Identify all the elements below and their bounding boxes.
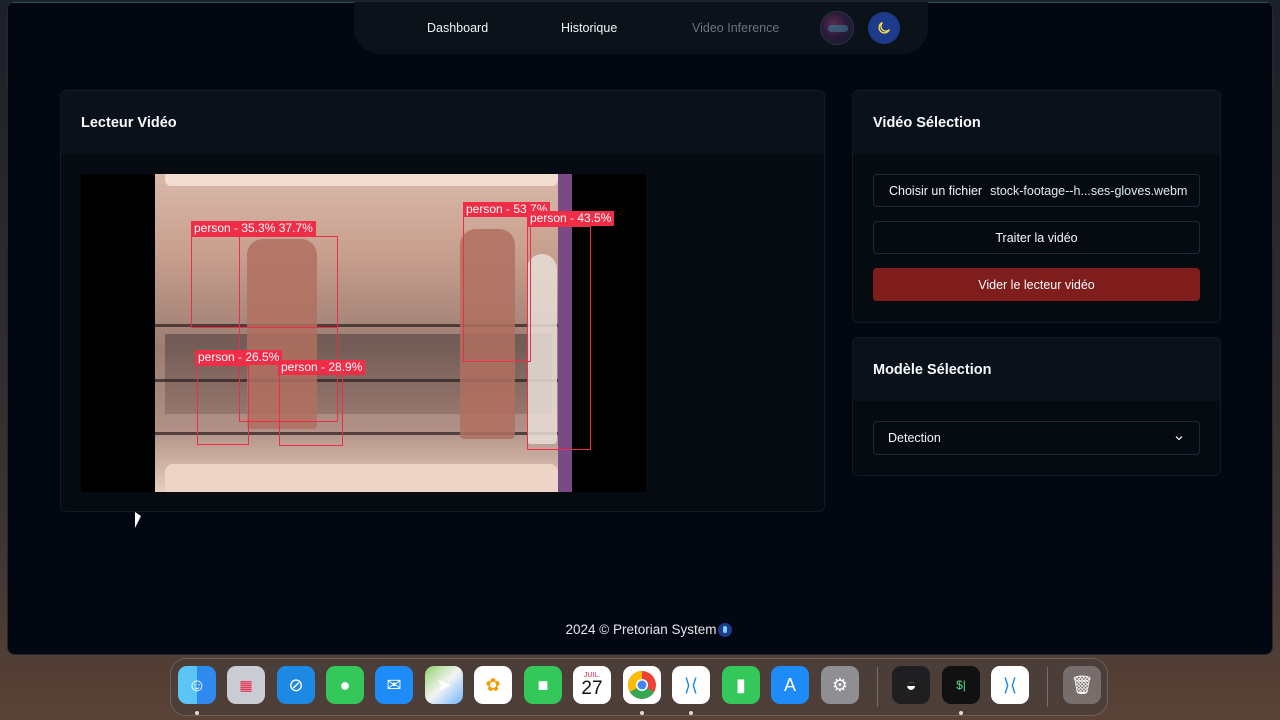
linear-icon[interactable]: ◒: [892, 666, 930, 704]
theme-toggle-button[interactable]: [868, 12, 900, 44]
browser-window: Dashboard Historique Video Inference Lec…: [7, 1, 1273, 655]
video-player[interactable]: person - 35.3% 37.7% person - 53.7% pers…: [81, 174, 646, 492]
model-selection-header: Modèle Sélection: [853, 338, 1220, 401]
model-select[interactable]: Detection: [873, 421, 1200, 455]
terminal-icon[interactable]: $|: [942, 666, 980, 704]
mouse-cursor-icon: [135, 512, 141, 528]
safari-icon[interactable]: ⊘: [277, 666, 315, 704]
model-selection-title: Modèle Sélection: [873, 361, 992, 378]
film-border-top: [165, 174, 558, 186]
app-store-icon[interactable]: A: [771, 666, 809, 704]
vscode-icon-2[interactable]: ⟩⟨: [991, 666, 1029, 704]
detection-label: person - 35.3% 37.7%: [191, 221, 316, 236]
video-player-header: Lecteur Vidéo: [61, 91, 824, 154]
detection-label: person - 43.5%: [527, 211, 615, 226]
clear-player-button[interactable]: Vider le lecteur vidéo: [873, 268, 1200, 301]
model-selection-card: Modèle Sélection Detection: [852, 337, 1221, 476]
video-selection-card: Vidéo Sélection Choisir un fichier stock…: [852, 90, 1221, 323]
moon-icon: [878, 22, 890, 34]
video-player-title: Lecteur Vidéo: [81, 114, 177, 131]
running-indicator: [689, 711, 693, 715]
detection-box: [527, 226, 591, 450]
video-selection-header: Vidéo Sélection: [853, 91, 1220, 154]
model-select-value: Detection: [888, 431, 941, 445]
choose-file-button[interactable]: Choisir un fichier: [874, 184, 990, 198]
detection-box: [197, 365, 249, 445]
nav-link-historique[interactable]: Historique: [561, 21, 617, 35]
mail-icon[interactable]: ✉: [375, 666, 413, 704]
dock-separator: [877, 667, 878, 707]
detection-box: [463, 216, 531, 362]
photos-icon[interactable]: ✿: [474, 666, 512, 704]
numbers-icon[interactable]: ▮: [722, 666, 760, 704]
chrome-logo: [628, 671, 656, 699]
video-selection-title: Vidéo Sélection: [873, 114, 981, 131]
calendar-day: 27: [581, 678, 603, 699]
chrome-icon[interactable]: [623, 666, 661, 704]
video-player-card: Lecteur Vidéo person - 35.3% 37.7% perso…: [60, 90, 825, 512]
running-indicator: [959, 711, 963, 715]
macos-dock: ☺ ▦ ⊘ ● ✉ ➤ ✿ ■ JUIL. 27 ⟩⟨ ▮ A ⚙ ◒ $| ⟩…: [170, 658, 1108, 716]
film-border-bottom: [165, 464, 558, 492]
detection-label: person - 28.9%: [278, 360, 366, 375]
detection-box: [279, 374, 343, 446]
running-indicator: [195, 711, 199, 715]
vscode-icon[interactable]: ⟩⟨: [672, 666, 710, 704]
calendar-icon[interactable]: JUIL. 27: [573, 666, 611, 704]
maps-icon[interactable]: ➤: [425, 666, 463, 704]
detection-label: person - 26.5%: [195, 350, 283, 365]
messages-icon[interactable]: ●: [326, 666, 364, 704]
launchpad-icon[interactable]: ▦: [227, 666, 265, 704]
finder-icon[interactable]: ☺: [178, 666, 216, 704]
facetime-icon[interactable]: ■: [524, 666, 562, 704]
process-video-button[interactable]: Traiter la vidéo: [873, 221, 1200, 254]
nav-link-dashboard[interactable]: Dashboard: [427, 21, 488, 35]
user-avatar[interactable]: [820, 11, 854, 45]
nav-link-video-inference[interactable]: Video Inference: [692, 21, 779, 35]
footer-text: 2024 © Pretorian System: [565, 622, 717, 637]
chevron-down-icon: [1175, 436, 1183, 441]
selected-file-name: stock-footage--h...ses-gloves.webm: [990, 183, 1188, 198]
running-indicator: [640, 711, 644, 715]
flame-icon: [718, 623, 732, 637]
trash-icon[interactable]: 🗑: [1063, 666, 1101, 704]
system-settings-icon[interactable]: ⚙: [821, 666, 859, 704]
file-input[interactable]: Choisir un fichier stock-footage--h...se…: [873, 174, 1200, 207]
top-navigation: Dashboard Historique Video Inference: [354, 2, 928, 54]
dock-separator: [1047, 667, 1048, 707]
